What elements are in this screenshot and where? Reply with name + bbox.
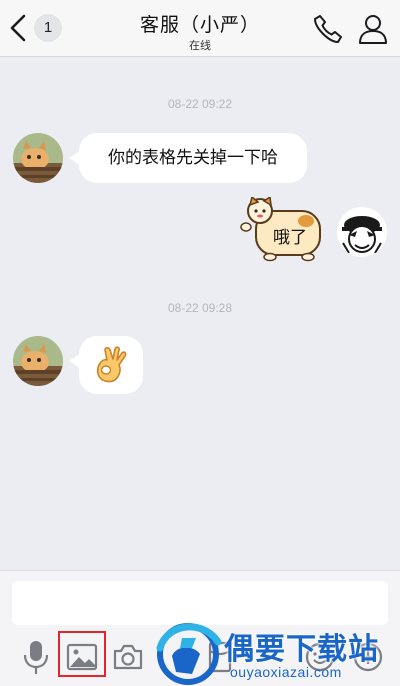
emoji-message[interactable]	[79, 336, 143, 394]
unread-badge: 1	[34, 14, 62, 42]
page-title: 客服（小严）	[139, 15, 260, 36]
sticker-message[interactable]: 哦了	[240, 195, 326, 263]
watermark-title: 偶要下载站	[224, 632, 379, 667]
chat-screen: 1 客服（小严） 在线 08-22 09:22 你的表格先关掉一下哈 哦了 08…	[0, 0, 400, 686]
message-bubble[interactable]: 你的表格先关掉一下哈	[79, 133, 307, 183]
online-status: 在线	[189, 40, 211, 52]
camera-icon	[113, 644, 143, 670]
message-timestamp: 08-22 09:22	[167, 97, 233, 111]
chat-header: 1 客服（小严） 在线	[0, 0, 400, 57]
self-avatar[interactable]	[337, 207, 387, 257]
watermark-url: ouyaoxiazai.com	[230, 664, 342, 680]
cat-avatar-icon	[13, 336, 63, 386]
cat-avatar-icon	[13, 133, 63, 183]
profile-button[interactable]	[356, 13, 390, 45]
back-button[interactable]: 1	[6, 10, 66, 46]
camera-button[interactable]	[108, 637, 148, 677]
microphone-icon	[23, 641, 49, 674]
image-button[interactable]	[62, 637, 102, 677]
person-icon	[359, 15, 387, 44]
call-button[interactable]	[312, 13, 344, 45]
chevron-left-icon	[10, 14, 26, 42]
voice-button[interactable]	[16, 637, 56, 677]
contact-avatar[interactable]	[13, 133, 63, 183]
message-timestamp: 08-22 09:28	[167, 301, 233, 315]
site-watermark: 偶要下载站 ouyaoxiazai.com	[152, 618, 400, 686]
phone-icon	[314, 15, 342, 43]
anime-avatar-icon	[337, 207, 387, 257]
image-icon	[66, 643, 98, 671]
sticker-text: 哦了	[273, 228, 307, 248]
watermark-logo-icon	[156, 623, 222, 685]
contact-avatar[interactable]	[13, 336, 63, 386]
ok-hand-icon	[96, 346, 127, 383]
